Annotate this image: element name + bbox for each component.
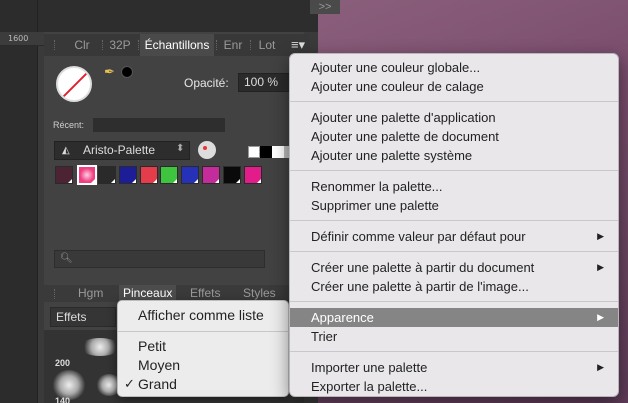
tab-hgm[interactable]: Hgm xyxy=(78,285,103,302)
menu-item-label: Définir comme valeur par défaut pour xyxy=(311,229,526,244)
menu-item-label: Créer une palette à partir du document xyxy=(311,260,535,275)
checkmark-icon: ✓ xyxy=(124,376,135,391)
menu-item-label: Ajouter une palette d'application xyxy=(311,110,496,125)
menu-item-label: Renommer la palette... xyxy=(311,179,443,194)
color-swatch[interactable] xyxy=(181,166,199,184)
color-swatch[interactable] xyxy=(244,166,262,184)
search-icon: 🔍︎ xyxy=(60,253,73,264)
menu-item[interactable]: Créer une palette à partir de l'image... xyxy=(290,277,618,296)
recent-colors-bar[interactable] xyxy=(93,118,225,132)
color-swatch[interactable] xyxy=(55,166,73,184)
ruler: 1600 xyxy=(0,32,44,46)
color-swatch[interactable] xyxy=(77,165,97,185)
menu-item[interactable]: Trier xyxy=(290,327,618,346)
menu-item-label: Exporter la palette... xyxy=(311,379,428,394)
eyedropper-icon[interactable]: ✒ xyxy=(104,64,122,80)
brush-category-select[interactable]: Effets xyxy=(50,307,116,327)
menu-item[interactable]: Apparence ▶ xyxy=(290,308,618,327)
menu-item-small[interactable]: Petit xyxy=(118,337,290,355)
menu-item[interactable]: Définir comme valeur par défaut pour ▶ xyxy=(290,227,618,246)
menu-item-label: Apparence xyxy=(311,310,374,325)
menu-item-label: Ajouter une couleur de calage xyxy=(311,79,484,94)
color-swatch[interactable] xyxy=(98,166,116,184)
menu-separator xyxy=(118,331,290,332)
tab-swatches[interactable]: Échantillons xyxy=(140,34,214,56)
tools-strip xyxy=(0,0,38,403)
recent-label: Récent: xyxy=(53,120,85,130)
menu-separator xyxy=(290,170,618,171)
menu-item[interactable]: Renommer la palette... xyxy=(290,177,618,196)
toolbar-background xyxy=(38,0,318,32)
menu-separator xyxy=(290,220,618,221)
color-swatch[interactable] xyxy=(160,166,178,184)
color-swatch[interactable] xyxy=(119,166,137,184)
menu-item-label: Ajouter une couleur globale... xyxy=(311,60,481,75)
menu-item-medium[interactable]: Moyen xyxy=(118,356,290,374)
collapse-panel-button[interactable]: >> xyxy=(310,0,340,14)
menu-separator xyxy=(290,251,618,252)
palette-type-icon: ◭ xyxy=(62,145,70,156)
menu-item-show-as-list[interactable]: Afficher comme liste xyxy=(118,306,290,324)
color-swatch[interactable] xyxy=(202,166,220,184)
menu-item-label: Ajouter une palette de document xyxy=(311,129,499,144)
mini-swatch[interactable] xyxy=(272,146,284,158)
menu-item[interactable]: Ajouter une palette système xyxy=(290,146,618,165)
menu-item-label: Trier xyxy=(311,329,338,344)
menu-item[interactable]: Ajouter une palette d'application xyxy=(290,108,618,127)
panel-tab-bar: Clr 32P Échantillons Enr Lot ≡▾ xyxy=(44,34,310,56)
menu-item[interactable]: Ajouter une couleur globale... xyxy=(290,58,618,77)
none-swatch[interactable] xyxy=(248,146,260,158)
palette-context-menu: Ajouter une couleur globale... Ajouter un… xyxy=(289,53,619,397)
ruler-value: 1600 xyxy=(8,34,29,43)
color-swatch[interactable] xyxy=(140,166,158,184)
menu-item-large-label: Grand xyxy=(138,376,177,392)
opacity-label: Opacité: xyxy=(184,76,229,90)
menu-item-label: Importer une palette xyxy=(311,360,428,375)
tab-color[interactable]: Clr xyxy=(64,34,100,56)
color-swatch[interactable] xyxy=(223,166,241,184)
menu-item[interactable]: Supprimer une palette xyxy=(290,196,618,215)
brush-size-label: 200 xyxy=(55,358,71,368)
palette-select[interactable]: Aristo-Palette xyxy=(54,141,190,160)
submenu-arrow-icon: ▶ xyxy=(597,362,604,372)
tab-32p[interactable]: 32P xyxy=(104,34,136,56)
menu-item[interactable]: Ajouter une palette de document xyxy=(290,127,618,146)
chevron-updown-icon: ⬍ xyxy=(176,143,185,154)
menu-item[interactable]: Ajouter une couleur de calage xyxy=(290,77,618,96)
tab-lot[interactable]: Lot xyxy=(252,34,282,56)
submenu-arrow-icon: ▶ xyxy=(597,312,604,322)
tab-enr[interactable]: Enr xyxy=(218,34,248,56)
menu-item-label: Supprimer une palette xyxy=(311,198,439,213)
menu-item-label: Créer une palette à partir de l'image... xyxy=(311,279,529,294)
menu-separator xyxy=(290,351,618,352)
opacity-field[interactable]: 100 % xyxy=(238,73,290,92)
mini-swatch[interactable] xyxy=(260,146,272,158)
secondary-color-dot[interactable] xyxy=(121,66,133,78)
menu-item[interactable]: Créer une palette à partir du document ▶ xyxy=(290,258,618,277)
search-input[interactable]: 🔍︎ xyxy=(54,250,265,268)
menu-item-large[interactable]: ✓ Grand xyxy=(118,375,290,393)
menu-separator xyxy=(290,101,618,102)
submenu-arrow-icon: ▶ xyxy=(597,262,604,272)
brush-preview[interactable] xyxy=(80,338,120,356)
menu-separator xyxy=(290,301,618,302)
menu-item[interactable]: Exporter la palette... xyxy=(290,377,618,396)
grip-icon xyxy=(54,40,56,50)
brush-size-label: 140 xyxy=(55,396,71,403)
submenu-arrow-icon: ▶ xyxy=(597,231,604,241)
menu-item[interactable]: Importer une palette ▶ xyxy=(290,358,618,377)
appearance-submenu: Afficher comme liste Petit Moyen ✓ Grand xyxy=(117,300,290,397)
grip-icon xyxy=(54,289,56,299)
current-color-well[interactable] xyxy=(56,66,92,102)
menu-item-label: Ajouter une palette système xyxy=(311,148,473,163)
artist-palette-icon[interactable] xyxy=(198,141,216,159)
